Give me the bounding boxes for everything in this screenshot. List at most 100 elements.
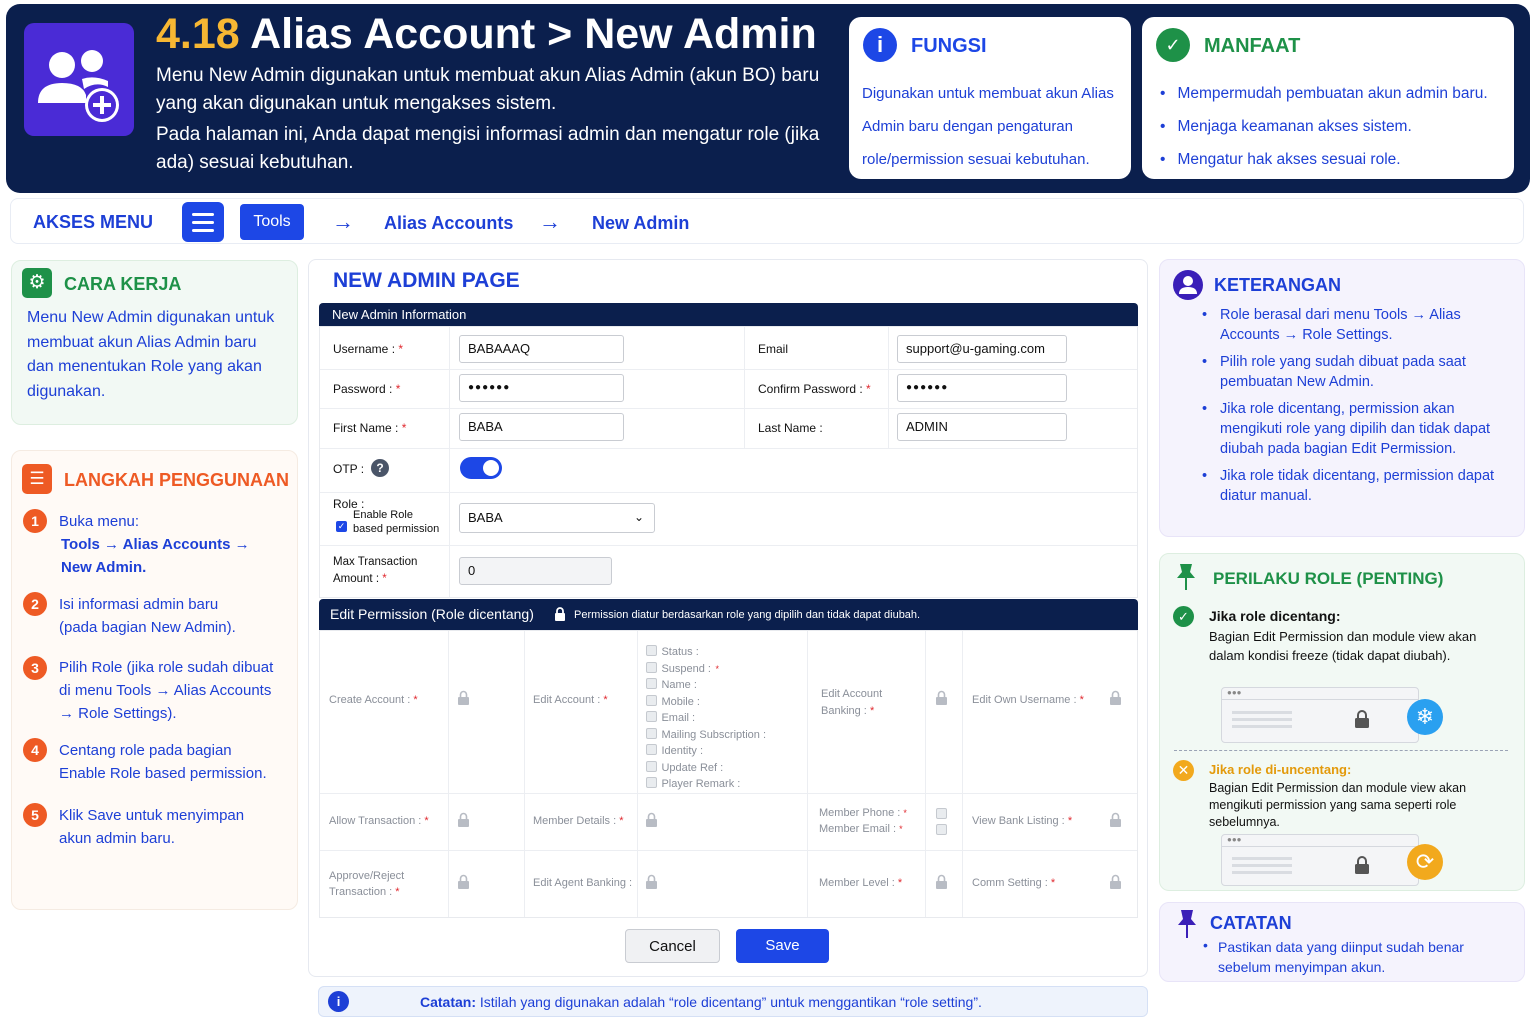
step-line: Klik Save untuk menyimpan: [59, 807, 245, 824]
lock-icon: [936, 690, 947, 705]
step-line: (pada bagian New Admin).: [59, 619, 236, 636]
step-line: Enable Role based permission.: [59, 765, 267, 782]
fungsi-text: Digunakan untuk membuat akun Alias Admin…: [862, 85, 1114, 168]
list-item: Jika role tidak dicentang, permission da…: [1200, 466, 1520, 506]
lock-icon: [554, 607, 566, 627]
role-checked-text: Bagian Edit Permission dan module view a…: [1209, 629, 1477, 663]
member-details-label: Member Details : *: [533, 815, 624, 827]
pin-icon: [1178, 910, 1196, 938]
email-label: Email: [758, 342, 789, 356]
list-item: Role berasal dari menu Tools → Alias Acc…: [1200, 305, 1520, 345]
column-divider: [807, 631, 808, 917]
hamburger-menu-icon[interactable]: [182, 202, 224, 242]
edit-account-label: Edit Account : *: [533, 694, 608, 706]
row-divider: [320, 408, 1137, 409]
save-button[interactable]: Save: [736, 929, 829, 963]
catatan-title: CATATAN: [1210, 913, 1292, 933]
step-line: → Role Settings).: [59, 705, 177, 722]
otp-label: OTP :: [333, 462, 365, 476]
sub-permission: Mobile :: [646, 692, 806, 709]
sync-module-illustration: ●●●: [1221, 834, 1419, 886]
list-item: Menjaga keamanan akses sistem.: [1160, 110, 1488, 143]
row-divider: [320, 793, 1137, 794]
username-input[interactable]: BABAAAQ: [459, 335, 624, 363]
first-name-label: First Name : *: [333, 421, 407, 435]
checkbox: [646, 760, 657, 772]
confirm-password-input[interactable]: ●●●●●●: [897, 374, 1067, 402]
arrow-right-icon: →: [539, 209, 561, 234]
step-text: Buka menu: Tools → Alias Accounts → New …: [59, 510, 287, 579]
approve-reject-label-2: Transaction : *: [329, 886, 400, 898]
edit-agent-banking-label: Edit Agent Banking :: [533, 877, 633, 889]
max-transaction-label: Max Transaction: [333, 556, 418, 568]
snowflake-icon: ❄: [1407, 699, 1443, 735]
step-number: 4: [23, 738, 47, 762]
role-checked-title: Jika role dicentang:: [1209, 608, 1341, 624]
check-circle-icon: ✓: [1156, 28, 1190, 62]
column-divider: [637, 631, 638, 917]
step-line: Buka menu:: [59, 513, 140, 530]
step-number: 1: [23, 509, 47, 533]
column-divider: [744, 327, 745, 448]
password-input[interactable]: ●●●●●●: [459, 374, 624, 402]
lock-icon: [458, 690, 469, 705]
tools-button[interactable]: Tools: [240, 204, 304, 240]
lock-icon: [936, 874, 947, 889]
breadcrumb-new-admin[interactable]: New Admin: [592, 213, 689, 234]
add-user-icon: [24, 23, 134, 136]
step-line: akun admin baru.: [59, 830, 175, 847]
keterangan-list: Role berasal dari menu Tools → Alias Acc…: [1200, 305, 1520, 513]
page-title: NEW ADMIN PAGE: [333, 269, 520, 292]
step-text: Klik Save untuk menyimpan akun admin bar…: [59, 804, 287, 850]
breadcrumb-alias-accounts[interactable]: Alias Accounts: [384, 213, 513, 234]
comm-setting-label: Comm Setting : *: [972, 877, 1056, 889]
role-select[interactable]: BABA ⌄: [459, 503, 655, 533]
step-line: Tools → Alias Accounts →: [61, 536, 250, 553]
fungsi-title: FUNGSI: [911, 35, 987, 57]
checkbox: [646, 777, 657, 789]
enable-role-label: Enable Role: [353, 509, 413, 521]
password-label: Password : *: [333, 382, 401, 396]
list-item: Jika role dicentang, permission akan men…: [1200, 399, 1520, 459]
first-name-input[interactable]: BABA: [459, 413, 624, 441]
edit-own-username-label: Edit Own Username : *: [972, 694, 1084, 706]
info-icon: i: [863, 28, 897, 62]
role-unchecked-title: Jika role di-uncentang:: [1209, 762, 1352, 777]
cara-kerja-text: Menu New Admin digunakan untuk membuat a…: [27, 309, 275, 400]
member-email-label: Member Email : *: [819, 823, 903, 835]
otp-toggle[interactable]: [460, 457, 502, 479]
step-line: Pilih Role (jika role sudah dibuat: [59, 659, 274, 676]
row-divider: [320, 492, 1137, 493]
gear-icon: ⚙: [22, 268, 52, 298]
edit-account-sub-list: Status : Suspend : * Name : Mobile : Ema…: [646, 642, 806, 791]
checkbox: [936, 824, 947, 835]
catatan-label: Catatan:: [420, 994, 477, 1010]
checkbox: [646, 727, 657, 739]
enable-role-checkbox[interactable]: ✓: [336, 521, 347, 532]
sub-permission: Status :: [646, 642, 806, 659]
manfaat-title: MANFAAT: [1204, 35, 1301, 57]
last-name-input[interactable]: ADMIN: [897, 413, 1067, 441]
fungsi-card: i FUNGSI Digunakan untuk membuat akun Al…: [849, 17, 1131, 179]
lock-icon: [458, 874, 469, 889]
email-input[interactable]: support@u-gaming.com: [897, 335, 1067, 363]
cancel-button[interactable]: Cancel: [625, 929, 720, 963]
divider: [1174, 750, 1508, 751]
column-divider: [524, 631, 525, 917]
lock-icon: [1110, 874, 1121, 889]
enable-role-label-2: based permission: [353, 523, 440, 535]
step-line: Isi informasi admin baru: [59, 596, 219, 613]
lock-icon: [1110, 812, 1121, 827]
role-unchecked-text: Bagian Edit Permission dan module view a…: [1209, 781, 1467, 829]
member-level-label: Member Level : *: [819, 877, 903, 889]
max-transaction-input[interactable]: 0: [459, 557, 612, 585]
step-text: Isi informasi admin baru (pada bagian Ne…: [59, 593, 287, 639]
lock-icon: [458, 812, 469, 827]
lock-icon: [646, 812, 657, 827]
member-phone-label: Member Phone : *: [819, 807, 907, 819]
approve-reject-label: Approve/Reject: [329, 870, 405, 882]
catatan-text: Pastikan data yang diinput sudah benar s…: [1218, 939, 1464, 975]
max-transaction-label-2: Amount : *: [333, 573, 387, 585]
help-icon[interactable]: ?: [371, 459, 389, 477]
perilaku-title: PERILAKU ROLE (PENTING): [1213, 569, 1444, 588]
